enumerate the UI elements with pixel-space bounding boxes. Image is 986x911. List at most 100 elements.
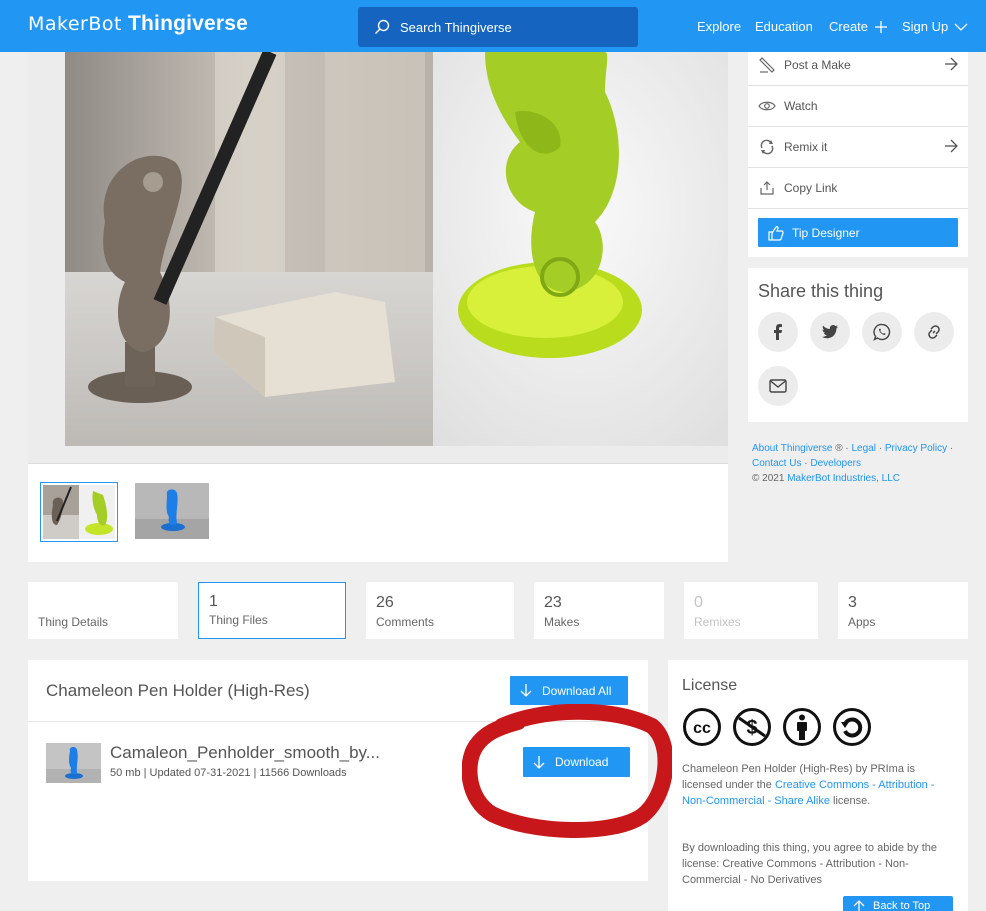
svg-text:cc: cc: [693, 720, 711, 737]
share-facebook-button[interactable]: [758, 312, 798, 352]
footer-links: About Thingiverse ® · Legal · Privacy Po…: [752, 441, 968, 486]
tab-label: Thing Files: [209, 613, 268, 627]
nav-explore-label: Explore: [697, 19, 742, 34]
tab-count: 23: [544, 594, 562, 611]
nav-create[interactable]: Create: [829, 19, 888, 34]
link-icon: [928, 325, 940, 339]
post-a-make-label: Post a Make: [784, 58, 851, 72]
share-mail-button[interactable]: [758, 366, 798, 406]
tab-label: Thing Details: [38, 615, 109, 629]
tab-label: Remixes: [694, 615, 741, 629]
share-panel: Share this thing: [748, 268, 968, 422]
nav-education-label: Education: [755, 19, 813, 34]
tab-label: Makes: [544, 615, 580, 629]
license-author: PRIma: [870, 763, 904, 775]
nav-sign-up[interactable]: Sign Up: [902, 19, 968, 34]
license-suffix: license.: [833, 795, 871, 807]
file-meta: 50 mb | Updated 07-31-2021 | 11566 Downl…: [110, 767, 347, 779]
tab-thing-files[interactable]: 1 Thing Files: [198, 582, 346, 639]
cc-icon: cc: [683, 708, 721, 746]
nav-sign-up-label: Sign Up: [902, 19, 949, 34]
plus-icon: [875, 20, 888, 33]
about-thingiverse-link[interactable]: About Thingiverse: [752, 443, 832, 454]
thumbs-up-icon: [768, 225, 784, 241]
file-name[interactable]: Camaleon_Penholder_smooth_by...: [110, 743, 380, 763]
search-input[interactable]: [400, 19, 620, 35]
twitter-icon: [822, 325, 838, 339]
nav-education[interactable]: Education: [755, 19, 813, 34]
registered-mark: ®: [835, 443, 843, 454]
whatsapp-icon: [873, 323, 891, 341]
share-twitter-button[interactable]: [810, 312, 850, 352]
cc-license-icons: cc $: [682, 707, 872, 747]
nav-explore[interactable]: Explore: [697, 19, 741, 34]
remix-it-action[interactable]: Remix it: [748, 127, 968, 168]
post-a-make-action[interactable]: Post a Make: [748, 45, 968, 86]
tip-designer-button[interactable]: Tip Designer: [758, 218, 958, 247]
tab-makes[interactable]: 23 Makes: [534, 582, 664, 639]
separator: ·: [949, 443, 954, 454]
tab-count: 3: [848, 594, 857, 611]
privacy-policy-link[interactable]: Privacy Policy: [885, 443, 947, 454]
copy-link-action[interactable]: Copy Link: [748, 168, 968, 209]
download-all-button[interactable]: Download All: [510, 676, 628, 705]
attribution-icon: [783, 708, 821, 746]
mail-icon: [769, 379, 787, 393]
thing-files-panel: Chameleon Pen Holder (High-Res) Download…: [28, 660, 648, 881]
back-to-top-button[interactable]: Back to Top: [843, 896, 953, 911]
license-note: By downloading this thing, you agree to …: [682, 842, 938, 886]
arrow-right-icon: [945, 57, 958, 71]
contact-us-link[interactable]: Contact Us: [752, 458, 801, 469]
separator: ·: [845, 443, 849, 454]
tab-apps[interactable]: 3 Apps: [838, 582, 968, 639]
watch-action[interactable]: Watch: [748, 86, 968, 127]
tab-label: Apps: [848, 615, 876, 629]
tab-count: 26: [376, 594, 394, 611]
tab-label: Comments: [376, 615, 435, 629]
share-link-button[interactable]: [914, 312, 954, 352]
logo-product-text: Thingiverse: [127, 12, 249, 35]
license-panel: License cc $ Chameleon Pen Holder (High-…: [668, 660, 968, 911]
non-commercial-icon: $: [733, 708, 771, 746]
tab-thing-details[interactable]: Thing Details: [28, 582, 178, 639]
separator: ·: [804, 458, 808, 469]
nav-create-label: Create: [829, 19, 869, 34]
thumbnail-1[interactable]: [40, 482, 118, 542]
share-alike-icon: [833, 708, 871, 746]
share-upload-icon: [758, 179, 776, 197]
logo-brand-text: MakerBot: [28, 13, 122, 35]
chevron-down-icon: [954, 23, 968, 31]
thumbnail-image: [43, 485, 115, 539]
share-whatsapp-button[interactable]: [862, 312, 902, 352]
download-label: Download: [555, 755, 609, 769]
license-text: Chameleon Pen Holder (High-Res) by PRIma…: [682, 761, 952, 809]
download-button[interactable]: Download: [523, 747, 630, 777]
chameleon-pen-holder-photo: [65, 52, 728, 446]
tab-remixes[interactable]: 0 Remixes: [684, 582, 818, 639]
download-arrow-icon: [520, 684, 532, 697]
search-icon: [375, 19, 390, 34]
search-bar[interactable]: [358, 7, 638, 47]
download-arrow-icon: [533, 755, 545, 769]
thumbnail-2[interactable]: [135, 483, 209, 539]
main-image[interactable]: [28, 52, 728, 464]
back-to-top-label: Back to Top: [873, 900, 931, 911]
tab-comments[interactable]: 26 Comments: [366, 582, 514, 639]
files-title: Chameleon Pen Holder (High-Res): [46, 681, 310, 700]
makerbot-industries-link[interactable]: MakerBot Industries, LLC: [787, 473, 900, 484]
license-title: License: [682, 677, 738, 694]
arrow-right-icon: [945, 139, 958, 153]
makerbot-thingiverse-logo[interactable]: MakerBot Thingiverse: [28, 12, 248, 36]
separator: ·: [878, 443, 883, 454]
developers-link[interactable]: Developers: [810, 458, 861, 469]
license-thing-name: Chameleon Pen Holder (High-Res): [682, 763, 853, 775]
eye-icon: [758, 97, 776, 115]
download-all-label: Download All: [542, 683, 612, 698]
copyright-text: © 2021: [752, 473, 785, 484]
tab-count: 1: [209, 593, 218, 610]
remix-icon: [758, 138, 776, 156]
legal-link[interactable]: Legal: [851, 443, 875, 454]
watch-label: Watch: [784, 99, 818, 113]
post-make-icon: [758, 56, 776, 74]
remix-it-label: Remix it: [784, 140, 828, 154]
